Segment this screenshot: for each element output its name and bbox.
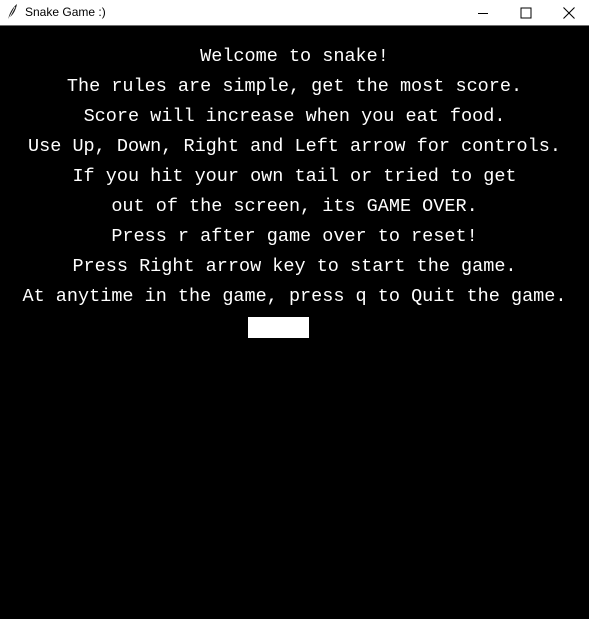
welcome-line: out of the screen, its GAME OVER. (111, 196, 478, 217)
maximize-button[interactable] (503, 0, 549, 25)
game-canvas[interactable]: Welcome to snake! The rules are simple, … (0, 27, 589, 619)
welcome-line: Score will increase when you eat food. (83, 106, 506, 127)
welcome-line: Press r after game over to reset! (111, 226, 478, 247)
welcome-text: Welcome to snake! The rules are simple, … (0, 42, 589, 312)
welcome-line: At anytime in the game, press q to Quit … (22, 286, 567, 307)
minimize-icon (478, 12, 488, 14)
welcome-line: Use Up, Down, Right and Left arrow for c… (28, 136, 561, 157)
title-bar[interactable]: Snake Game :) (0, 0, 589, 26)
snake-body (248, 317, 309, 338)
welcome-line: Welcome to snake! (200, 46, 389, 67)
minimize-button[interactable] (460, 0, 506, 25)
close-icon (562, 6, 575, 19)
welcome-line: Press Right arrow key to start the game. (72, 256, 517, 277)
welcome-line: The rules are simple, get the most score… (66, 76, 523, 97)
maximize-icon (520, 7, 532, 18)
close-button[interactable] (548, 0, 589, 25)
window-title: Snake Game :) (25, 5, 106, 19)
game-window: Snake Game :) Welcome to snake! The rule… (0, 0, 589, 619)
feather-icon (5, 3, 19, 21)
welcome-line: If you hit your own tail or tried to get (72, 166, 517, 187)
